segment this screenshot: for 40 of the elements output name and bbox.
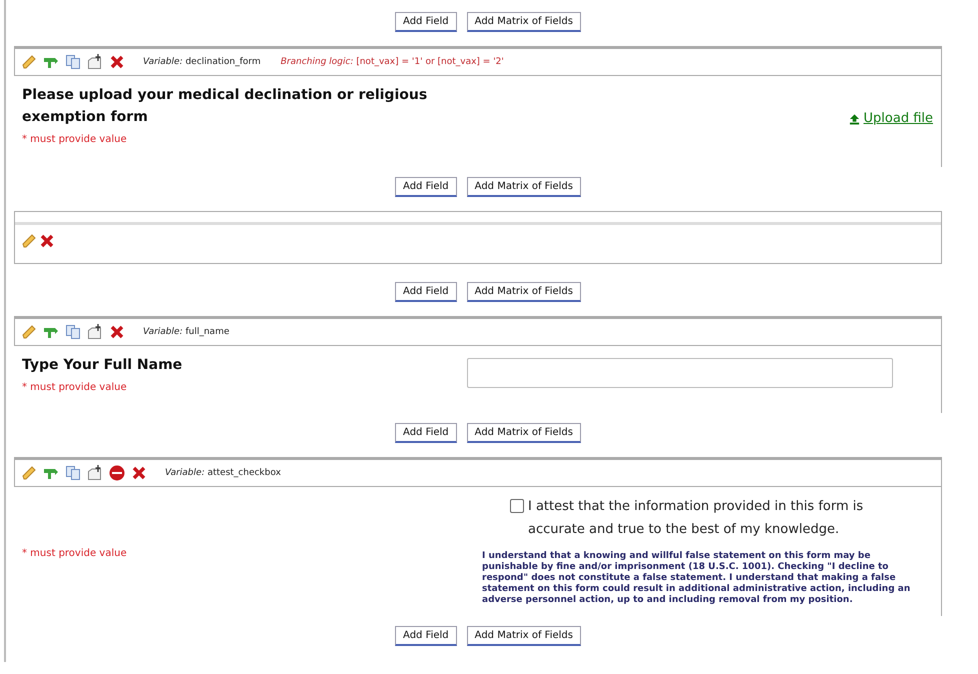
copy-icon[interactable] [65,465,81,481]
pencil-icon[interactable] [21,324,37,340]
add-field-button[interactable]: Add Matrix of Fields [466,423,581,443]
move-icon[interactable] [87,324,103,340]
branching-logic: Branching logic: [not_vax] = '1' or [not_vax] = '2' [280,57,504,67]
variable-name: Variable: full_name [143,327,230,337]
add-field-button[interactable]: Add Field [395,282,457,302]
add-field-button[interactable]: Add Matrix of Fields [466,12,581,32]
checkbox-label[interactable]: I attest that the information provided in this form is accurate and true to the best of my knowledge. [528,495,900,541]
required-note: * must provide value [22,548,128,559]
pencil-icon[interactable] [21,233,37,249]
copy-icon[interactable] [65,54,81,70]
disclaimer-text: I understand that a knowing and willful false statement on this form may be punishable by fine and/or imprisonment (18 U.S.C. 1001). Checking "I decline to respond" does not constitute a false statement. I understand that making a false statement on this form could result in additional administrative action, including an adverse personnel action, up to and including removal from my position. [482,551,912,606]
pencil-icon[interactable] [21,54,37,70]
delete-icon[interactable] [109,324,125,340]
move-icon[interactable] [87,465,103,481]
add-field-button[interactable]: Add Field [395,626,457,646]
field-label: Type Your Full Name [22,356,184,375]
copy-icon[interactable] [65,324,81,340]
variable-name: Variable: attest_checkbox [165,468,281,478]
required-note: * must provide value [22,382,128,393]
add-field-button[interactable]: Add Field [395,177,457,197]
delete-icon[interactable] [131,465,147,481]
pencil-icon[interactable] [21,465,37,481]
required-note: * must provide value [22,134,128,145]
checkbox[interactable] [510,499,524,513]
delete-icon[interactable] [109,54,125,70]
add-field-button[interactable]: Add Matrix of Fields [466,626,581,646]
delete-icon[interactable] [39,233,55,249]
add-field-button[interactable]: Add Matrix of Fields [466,282,581,302]
field-label: Please upload your medical declination or religious exemption form [22,86,428,127]
upload-icon [848,112,860,124]
move-icon[interactable] [87,54,103,70]
add-field-button[interactable]: Add Field [395,423,457,443]
add-field-button[interactable]: Add Matrix of Fields [466,177,581,197]
variable-name: Variable: declination_form [143,57,261,67]
add-field-button[interactable]: Add Field [395,12,457,32]
stop-sign-icon[interactable] [109,465,125,481]
full-name-input[interactable] [467,358,893,388]
upload-file-link[interactable]: Upload file [848,111,933,126]
